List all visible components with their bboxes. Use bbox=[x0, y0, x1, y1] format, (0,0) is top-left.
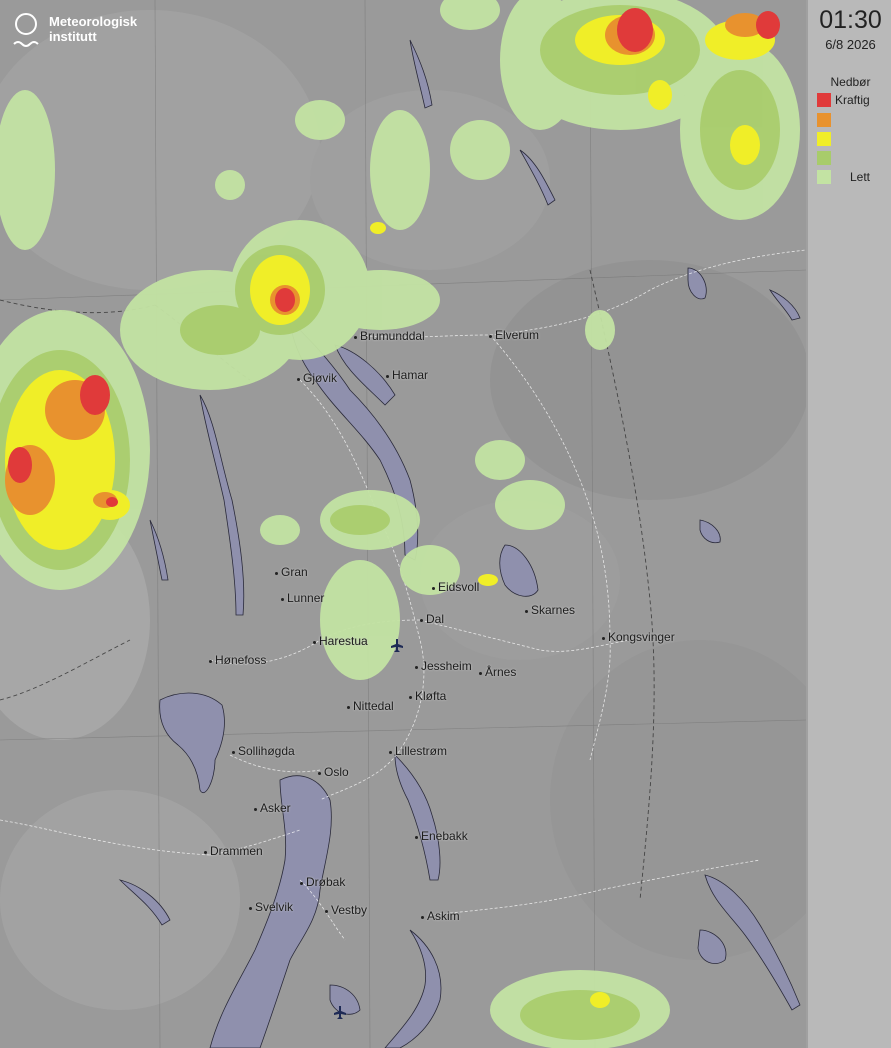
city-label: Oslo bbox=[318, 765, 349, 779]
legend-swatch-lett bbox=[817, 170, 831, 184]
city-label: Hamar bbox=[385, 368, 429, 382]
city-label: Lunner bbox=[280, 591, 325, 605]
city-label: Drammen bbox=[204, 844, 263, 858]
map-canvas bbox=[0, 0, 806, 1048]
city-label: Askim bbox=[421, 909, 460, 923]
city-label: Drøbak bbox=[299, 875, 346, 889]
legend-swatch-kraftig bbox=[817, 93, 831, 107]
city-label: Svelvik bbox=[248, 900, 294, 914]
city-label: Enebakk bbox=[415, 829, 468, 843]
city-label: Skarnes bbox=[524, 603, 576, 617]
legend-panel: 01:30 6/8 2026 Nedbør Kraftig Lett bbox=[806, 0, 891, 1048]
city-label: Elverum bbox=[488, 328, 540, 342]
city-label: Jessheim bbox=[415, 659, 472, 673]
timestamp-time: 01:30 bbox=[819, 6, 882, 34]
city-label: Hønefoss bbox=[208, 653, 267, 667]
city-label: Eidsvoll bbox=[431, 580, 480, 594]
city-label: Sollihøgda bbox=[232, 744, 295, 758]
legend-label-lett: Lett bbox=[850, 170, 871, 184]
city-label: Nittedal bbox=[347, 699, 394, 713]
city-label: Brumunddal bbox=[354, 329, 425, 343]
logo-line1: Meteorologisk bbox=[49, 14, 138, 29]
met-logo-icon bbox=[13, 13, 39, 47]
city-label: Årnes bbox=[478, 665, 517, 679]
city-label: Kongsvinger bbox=[602, 630, 675, 644]
city-label: Harestua bbox=[313, 634, 368, 648]
legend-title: Nedbør bbox=[830, 75, 871, 89]
legend-swatch-4 bbox=[817, 151, 831, 165]
city-label: Dal bbox=[419, 612, 445, 626]
legend-swatch-3 bbox=[817, 132, 831, 146]
logo-line2: institutt bbox=[49, 29, 97, 44]
city-label: Vestby bbox=[324, 903, 368, 917]
legend-label-kraftig: Kraftig bbox=[835, 93, 870, 107]
city-label: Gjøvik bbox=[297, 371, 337, 385]
timestamp-date: 6/8 2026 bbox=[825, 37, 876, 52]
met-logo-text: Meteorologisk institutt bbox=[49, 14, 137, 44]
city-label: Asker bbox=[254, 801, 291, 815]
radar-map[interactable]: Brumunddal Elverum Gjøvik Hamar Gran Lun… bbox=[0, 0, 806, 1048]
city-label: Lillestrøm bbox=[388, 744, 448, 758]
legend-swatch-2 bbox=[817, 113, 831, 127]
city-label: Gran bbox=[275, 565, 308, 579]
city-label: Kløfta bbox=[408, 689, 447, 703]
